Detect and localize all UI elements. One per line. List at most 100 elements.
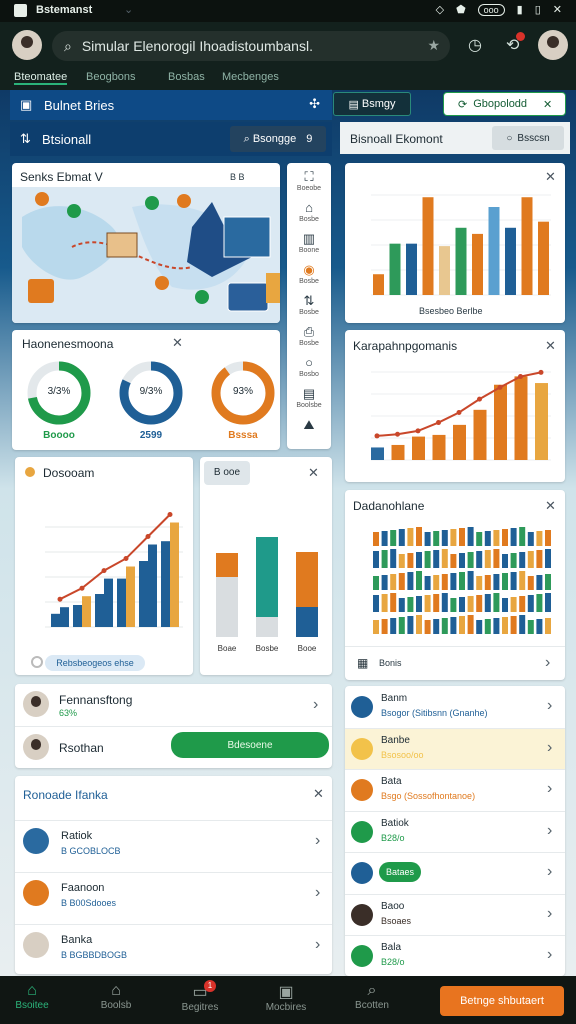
tool-icon[interactable]: ⛶ — [287, 169, 331, 185]
bar — [536, 575, 543, 590]
donut-card-title: Haonenesmoona — [22, 337, 114, 351]
map-graphic[interactable] — [12, 187, 280, 323]
bar — [373, 274, 384, 295]
close-icon[interactable]: ✕ — [553, 3, 562, 16]
row-icon — [351, 945, 373, 967]
top-button[interactable]: ▤ Bsmgy — [333, 92, 411, 116]
bar — [416, 527, 422, 546]
bar — [505, 227, 516, 295]
tool-icon[interactable]: ⎙ — [287, 324, 331, 340]
puzzle-icon[interactable]: ✣ — [309, 96, 320, 112]
bar — [390, 618, 397, 634]
top-pill[interactable]: ⟳ Gbopolodd ✕ — [443, 92, 566, 116]
tab-3[interactable]: Bosbas — [168, 71, 205, 83]
search-input[interactable]: ⌕ Simular Elenorogil Ihoadistoumbansl. ★ — [52, 31, 450, 61]
bar — [398, 598, 405, 612]
chevron-right-icon[interactable]: › — [315, 884, 320, 902]
stack-segment — [296, 607, 318, 637]
nav-search[interactable]: ⌕ Bcotten — [342, 982, 402, 1011]
bar — [373, 551, 379, 568]
right-subheader: Bisnoall Ekomont ○ Bsscsn — [340, 122, 570, 154]
tool-icon[interactable]: ⌂ — [287, 200, 331, 215]
trend-point — [518, 374, 523, 380]
chevron-right-icon[interactable]: › — [547, 739, 552, 757]
bar — [459, 528, 465, 546]
divider — [345, 810, 565, 812]
chevron-right-icon[interactable]: › — [547, 946, 552, 964]
bar — [450, 573, 457, 590]
range-count: 9 — [306, 133, 313, 145]
clock-icon[interactable]: ◷ — [468, 35, 482, 55]
bar — [381, 550, 388, 568]
row-icon — [351, 737, 373, 760]
bar — [439, 246, 450, 295]
chevron-right-icon[interactable]: › — [313, 696, 318, 714]
tool-icon[interactable]: ◉ — [287, 262, 331, 278]
tool-icon[interactable]: ○ — [287, 355, 331, 370]
bar — [441, 593, 448, 612]
close-icon[interactable]: ✕ — [172, 335, 183, 351]
bar — [73, 605, 82, 627]
close-icon[interactable]: ✕ — [545, 498, 556, 514]
bar — [398, 573, 405, 590]
bar — [494, 384, 507, 460]
home-icon: ⌂ — [27, 982, 37, 999]
chevron-right-icon[interactable]: › — [547, 697, 552, 715]
tab-1[interactable]: Bteomatee — [14, 71, 68, 85]
close-icon[interactable]: ✕ — [313, 786, 324, 802]
tool-icon[interactable]: ⇅ — [287, 293, 331, 309]
radio-icon[interactable] — [31, 656, 43, 668]
chevron-right-icon[interactable]: › — [315, 936, 320, 954]
tab-4[interactable]: Mecbenges — [222, 71, 279, 83]
tool-icon[interactable]: ▤ — [287, 386, 331, 402]
tool-label: Bosbo — [299, 371, 319, 378]
bar-card-footer[interactable]: Rebsbeogeos ehse — [45, 655, 145, 671]
nav-monitor[interactable]: ▣ Mocbires — [256, 982, 316, 1013]
left-header: ▣ Bulnet Bries ✣ — [10, 90, 332, 120]
chevron-right-icon[interactable]: › — [547, 905, 552, 923]
bar — [126, 566, 135, 627]
bar — [493, 574, 500, 590]
nav-home[interactable]: ⌂ Bsoitee — [2, 982, 62, 1011]
divider — [345, 852, 565, 853]
bar — [389, 243, 401, 295]
right-bar-card-3: Dadanohlane ✕ ▦ Bonis › — [345, 490, 565, 680]
close-icon[interactable]: ✕ — [545, 338, 556, 354]
row-action[interactable]: Bataes — [379, 862, 421, 882]
bar — [519, 571, 526, 590]
stack-segment — [256, 537, 278, 617]
status-icons: ◇ ⬟ ooo ▮ ▯ ✕ — [436, 3, 562, 16]
close-icon[interactable]: ✕ — [543, 98, 552, 111]
avatar[interactable] — [12, 30, 42, 60]
stack-badge[interactable]: B ooe — [204, 461, 250, 485]
bar — [476, 551, 483, 568]
bar — [484, 550, 491, 568]
status-pill: ooo — [477, 3, 505, 16]
chevron-right-icon[interactable]: › — [545, 654, 550, 672]
chevron-right-icon[interactable]: › — [547, 780, 552, 798]
nav-library[interactable]: ⌂ Boolsb — [86, 982, 146, 1011]
star-icon[interactable]: ★ — [427, 37, 440, 54]
chevron-right-icon[interactable]: › — [547, 822, 552, 840]
bar — [455, 227, 467, 295]
menu-icon[interactable]: ▣ — [20, 97, 32, 113]
row-icon — [351, 903, 373, 926]
filter-icon[interactable]: ⇅ — [20, 131, 31, 147]
tool-icon[interactable]: ⛰ — [287, 417, 331, 433]
chevron-right-icon[interactable]: › — [315, 832, 320, 850]
action-pill[interactable]: Bdesoene — [171, 732, 329, 758]
chevron-down-icon[interactable]: ⌄ — [124, 3, 133, 16]
calendar-icon: ▦ — [357, 656, 369, 670]
trend-point — [477, 396, 482, 402]
tool-icon[interactable]: ▥ — [287, 231, 331, 247]
cta-button[interactable]: Betnge shbutaert — [440, 986, 564, 1016]
right-sub-button[interactable]: ○ Bsscsn — [492, 126, 564, 150]
bar — [545, 593, 551, 612]
profile-avatar[interactable] — [538, 30, 568, 60]
range-button[interactable]: ⌕ Bsongge 9 — [230, 126, 326, 152]
nav-messages[interactable]: ▭ Begitres — [170, 982, 230, 1013]
divider — [345, 893, 565, 895]
tab-2[interactable]: Beogbons — [86, 71, 136, 83]
close-icon[interactable]: ✕ — [308, 465, 319, 481]
chevron-right-icon[interactable]: › — [547, 863, 552, 881]
